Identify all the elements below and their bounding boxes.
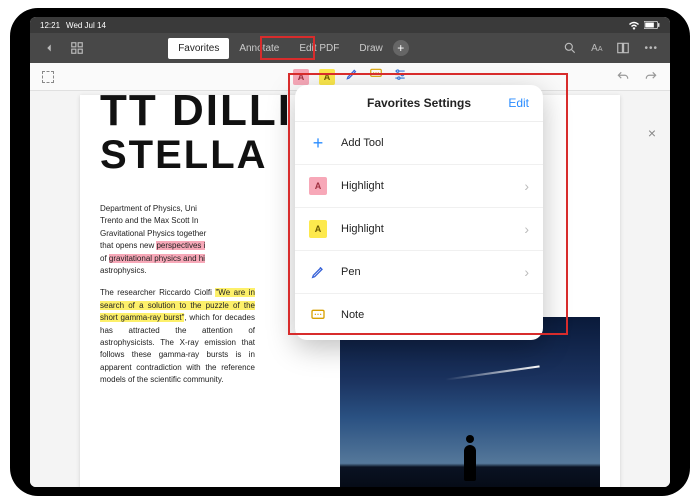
tutorial-highlight-tab	[260, 36, 315, 60]
add-tab-button[interactable]: +	[393, 40, 409, 56]
wifi-icon	[628, 21, 640, 30]
top-toolbar: Favorites Annotate Edit PDF Draw + AA ••…	[30, 33, 670, 63]
person-silhouette	[455, 435, 485, 487]
light-streak	[445, 365, 539, 380]
more-icon[interactable]: •••	[644, 43, 658, 54]
highlight-pink-span: perspectives i	[156, 241, 205, 250]
close-icon[interactable]: ×	[648, 125, 656, 141]
screen: 12:21 Wed Jul 14 Favorites Annotate Edit…	[30, 17, 670, 487]
status-bar: 12:21 Wed Jul 14	[30, 17, 670, 33]
column-1: Department of Physics, UniTrento and the…	[100, 203, 255, 396]
grid-icon[interactable]	[70, 41, 84, 55]
status-time: 12:21	[40, 21, 60, 30]
selection-icon[interactable]	[42, 71, 54, 83]
tab-draw[interactable]: Draw	[349, 38, 392, 59]
back-icon[interactable]	[42, 41, 56, 55]
highlight-pink-span: gravitational physics and hi	[109, 254, 205, 263]
book-icon[interactable]	[616, 41, 630, 55]
text-size-icon[interactable]: AA	[591, 43, 602, 54]
tablet-frame: 12:21 Wed Jul 14 Favorites Annotate Edit…	[10, 8, 690, 496]
undo-icon[interactable]	[616, 70, 630, 84]
tab-favorites[interactable]: Favorites	[168, 38, 229, 59]
document-image	[340, 317, 600, 487]
status-date: Wed Jul 14	[66, 21, 106, 30]
search-icon[interactable]	[563, 41, 577, 55]
tutorial-highlight-popover	[288, 73, 568, 335]
battery-icon	[644, 21, 660, 29]
redo-icon[interactable]	[644, 70, 658, 84]
